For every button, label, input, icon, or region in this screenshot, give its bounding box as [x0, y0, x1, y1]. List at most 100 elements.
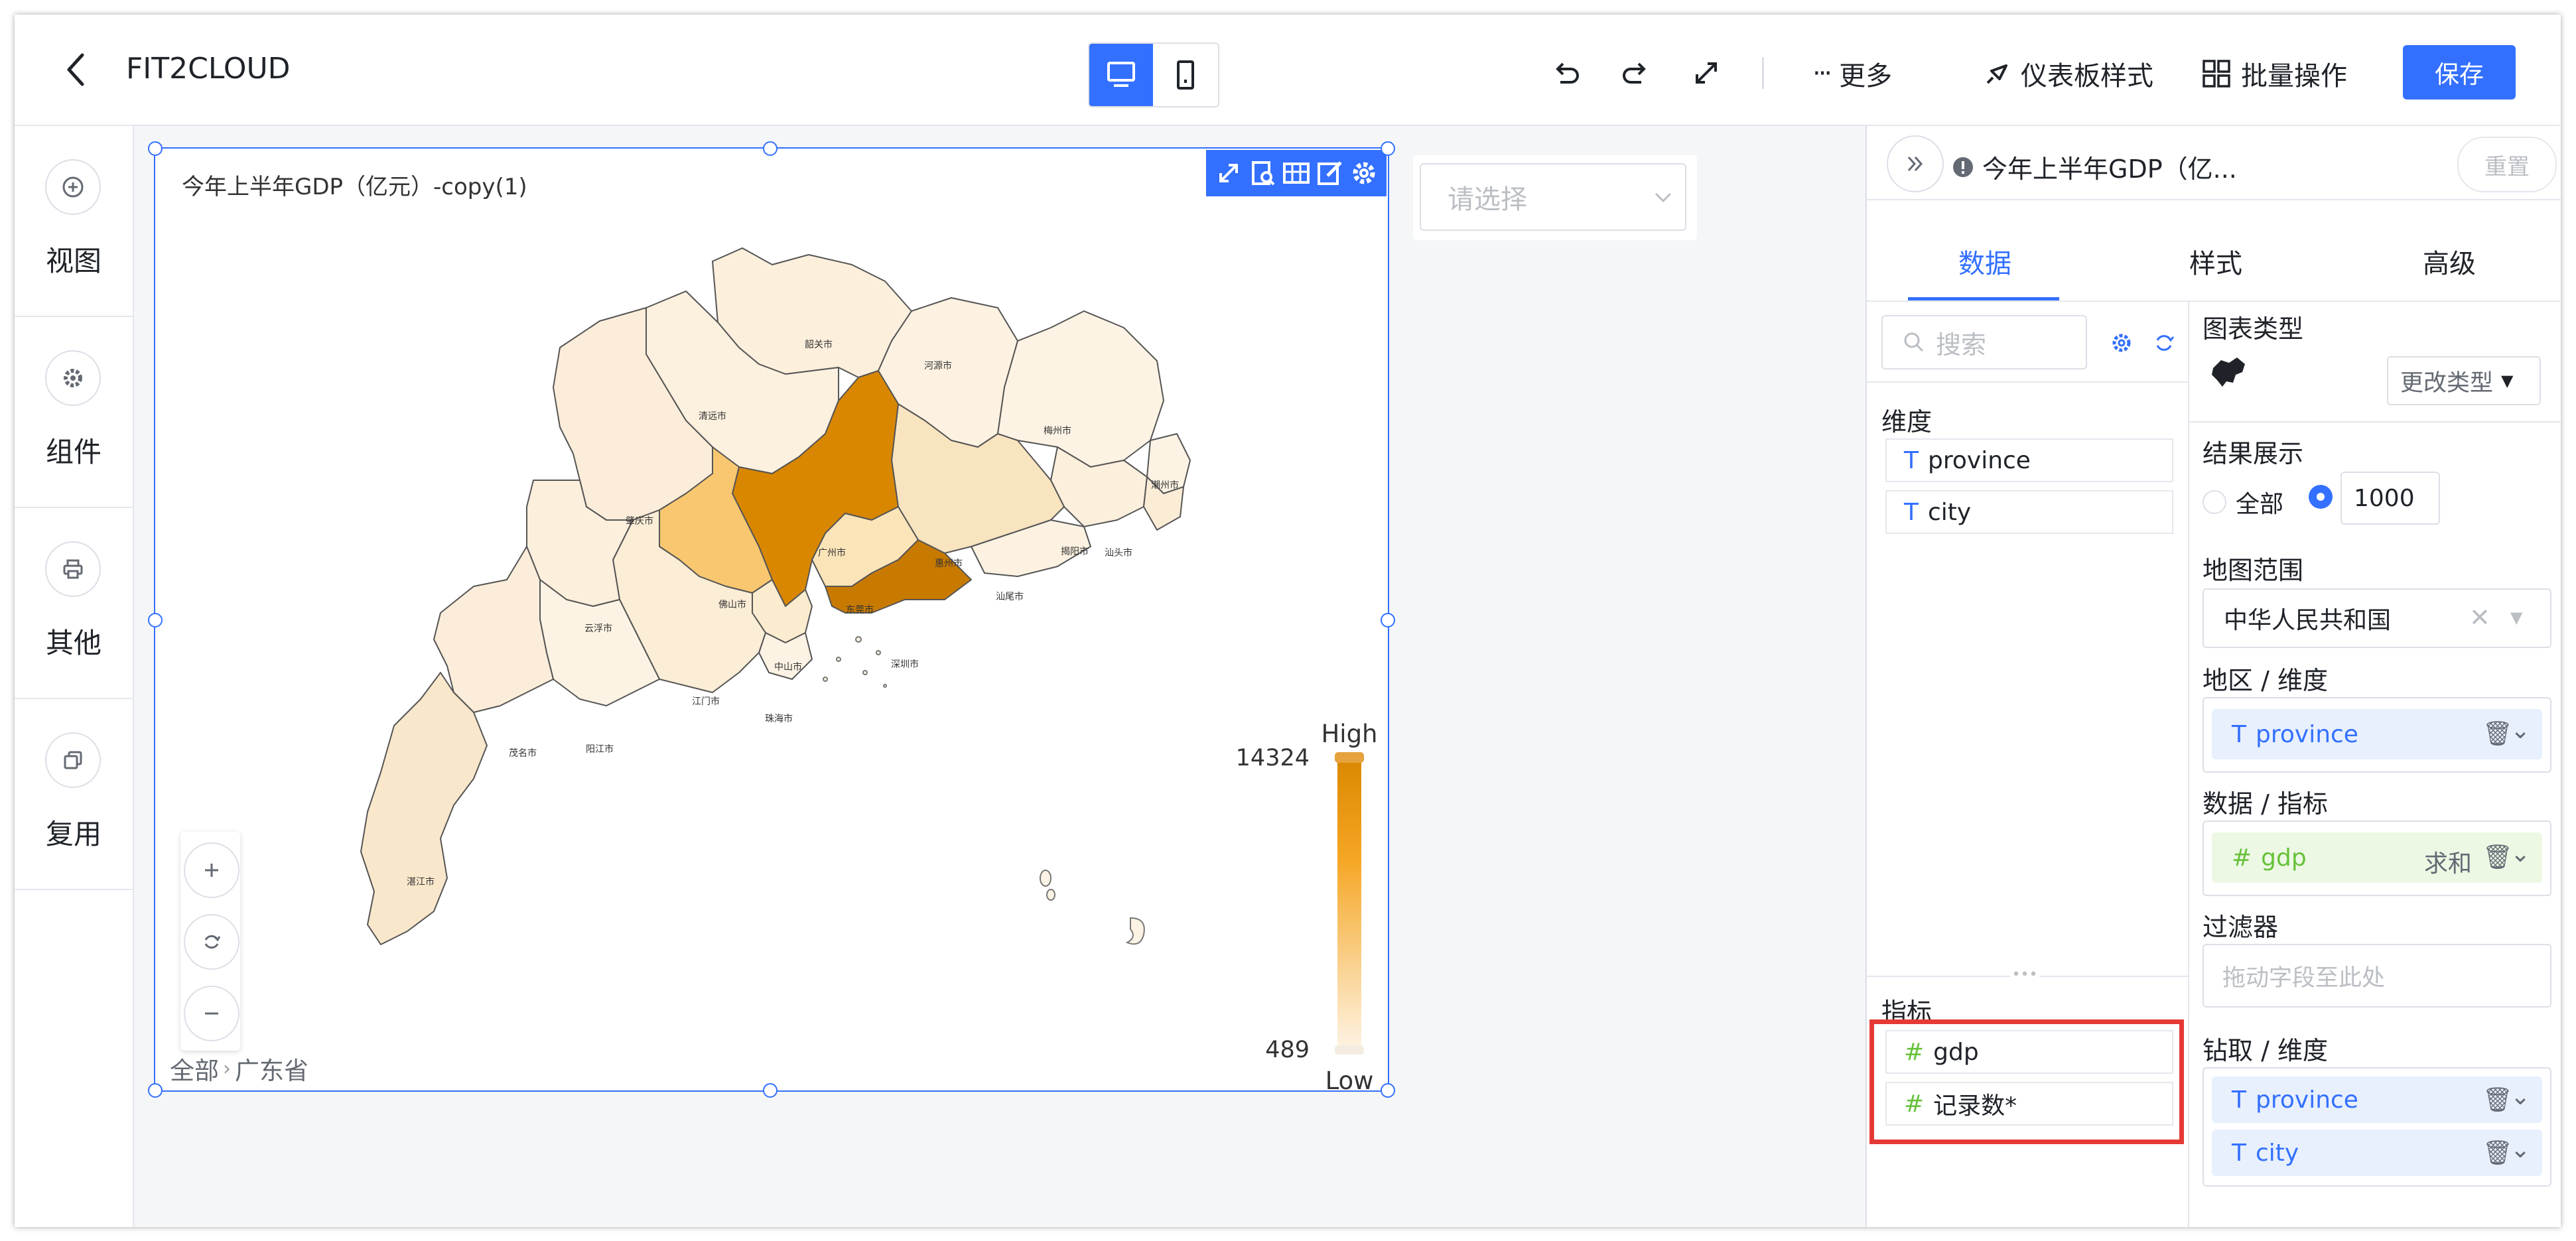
zoom-in-button[interactable]	[184, 842, 239, 898]
breadcrumb-current: 广东省	[235, 1057, 308, 1085]
zoom-out-button[interactable]	[184, 986, 239, 1041]
resize-handle-tl[interactable]	[148, 141, 163, 156]
drill-field-chip[interactable]: T province 🗑 ⌄	[2212, 1077, 2542, 1123]
mobile-view-button[interactable]	[1153, 44, 1218, 106]
aggregation-label: 求和	[2424, 850, 2473, 878]
legend-min-handle[interactable]	[1335, 1045, 1364, 1055]
sidebar-item-reuse[interactable]: 复用	[15, 699, 133, 890]
dataset-settings-icon[interactable]	[2110, 331, 2134, 355]
reset-view-button[interactable]	[184, 914, 239, 970]
map-label: 茂名市	[509, 748, 537, 759]
resize-handle-bl[interactable]	[148, 1083, 163, 1098]
more-label: 更多	[1839, 61, 1893, 92]
chevron-down-icon[interactable]: ⌄	[2510, 840, 2530, 868]
batch-operation-button[interactable]: 批量操作	[2201, 54, 2347, 93]
drill-dimension-label: 钻取 / 维度	[2203, 1036, 2328, 1065]
dashboard-style-label: 仪表板样式	[2021, 61, 2153, 92]
resize-handle-l[interactable]	[148, 613, 163, 627]
filter-select[interactable]: 请选择	[1420, 163, 1686, 231]
chevron-down-icon[interactable]: ⌄	[2510, 717, 2530, 744]
result-count-radio[interactable]	[2309, 485, 2333, 509]
drill-drop-zone[interactable]: T province 🗑 ⌄ T city 🗑 ⌄	[2203, 1067, 2551, 1187]
sidebar-item-label: 视图	[45, 245, 102, 277]
drill-field-name: province	[2256, 1086, 2358, 1114]
map-range-select[interactable]: 中华人民共和国 ✕ ▼	[2203, 588, 2551, 648]
map-range-value: 中华人民共和国	[2224, 607, 2392, 634]
map-label: 韶关市	[805, 339, 833, 350]
back-arrow-icon[interactable]	[56, 48, 96, 92]
region-drop-zone[interactable]: T province 🗑 ⌄	[2203, 697, 2551, 773]
dimension-field-province[interactable]: T province	[1885, 438, 2173, 482]
dimension-field-city[interactable]: T city	[1885, 490, 2173, 534]
desktop-view-button[interactable]	[1089, 44, 1153, 106]
filter-drop-zone[interactable]: 拖动字段至此处	[2203, 944, 2551, 1008]
refresh-fields-icon[interactable]	[2152, 331, 2176, 355]
resize-handle-b[interactable]	[763, 1083, 778, 1098]
breadcrumb-all[interactable]: 全部	[170, 1051, 219, 1086]
sidebar-item-label: 组件	[45, 436, 102, 468]
undo-icon[interactable]	[1546, 53, 1586, 93]
sidebar-item-other[interactable]: 其他	[15, 508, 133, 699]
map-label: 东莞市	[846, 604, 874, 616]
region-field-chip[interactable]: T province 🗑 ⌄	[2212, 709, 2542, 759]
map-label: 佛山市	[718, 599, 746, 610]
more-button[interactable]: ··· 更多	[1812, 54, 1892, 93]
resize-handle-t[interactable]	[763, 141, 778, 156]
fullscreen-icon[interactable]	[1686, 53, 1726, 93]
copy-icon	[45, 732, 101, 788]
chevron-down-icon[interactable]: ⌄	[2510, 1136, 2530, 1163]
printer-icon	[45, 541, 101, 597]
text-type-icon: T	[2232, 720, 2246, 748]
chart-type-label: 图表类型	[2203, 314, 2304, 344]
dashboard-style-button[interactable]: 仪表板样式	[1982, 54, 2153, 93]
dashboard-title: FIT2CLOUD	[126, 52, 291, 86]
redo-icon[interactable]	[1616, 53, 1656, 93]
drill-field-chip[interactable]: T city 🗑 ⌄	[2212, 1130, 2542, 1176]
filter-label: 过滤器	[2203, 913, 2279, 942]
metric-field-chip[interactable]: # gdp 求和 🗑 ⌄	[2212, 832, 2542, 883]
legend-high-label: High	[1321, 720, 1377, 748]
delete-icon[interactable]: 🗑	[2482, 720, 2513, 748]
sidebar-item-component[interactable]: 组件	[15, 317, 133, 508]
clear-icon[interactable]: ✕	[2469, 603, 2490, 632]
field-search-input[interactable]: 搜索	[1881, 315, 2087, 369]
delete-icon[interactable]: 🗑	[2482, 1086, 2513, 1114]
caret-down-icon: ▼	[2510, 608, 2523, 627]
result-count-input[interactable]: 1000	[2340, 472, 2440, 525]
delete-icon[interactable]: 🗑	[2482, 843, 2513, 871]
text-type-icon: T	[2232, 1139, 2246, 1167]
delete-icon[interactable]: 🗑	[2482, 1139, 2513, 1167]
map-chart-card[interactable]: 今年上半年GDP（亿元）-copy(1) 韶关市 清远市 河源市 梅州市 潮州市…	[154, 147, 1389, 1092]
divider	[1867, 381, 2188, 383]
divider	[1867, 199, 2561, 200]
resize-handle-tr[interactable]	[1381, 141, 1395, 156]
radio-dot	[2317, 493, 2325, 501]
sidebar-item-view[interactable]: 视图	[15, 126, 133, 317]
resize-handle-r[interactable]	[1381, 613, 1395, 627]
resize-handle-br[interactable]	[1381, 1083, 1395, 1098]
tab-advanced[interactable]: 高级	[2423, 242, 2476, 281]
drag-handle-icon[interactable]: •••	[2010, 968, 2039, 982]
chevron-down-icon[interactable]: ⌄	[2510, 1083, 2530, 1110]
map-label: 汕尾市	[996, 591, 1024, 602]
plus-icon	[205, 864, 218, 877]
map-label: 深圳市	[891, 659, 919, 670]
collapse-panel-button[interactable]	[1887, 135, 1944, 192]
metric-drop-zone[interactable]: # gdp 求和 🗑 ⌄	[2203, 820, 2551, 896]
result-all-label: 全部	[2236, 491, 2284, 518]
reset-button[interactable]: 重置	[2457, 137, 2557, 192]
map-label: 肇庆市	[626, 515, 653, 527]
caret-down-icon: ▼	[2501, 371, 2514, 390]
map-label: 潮州市	[1151, 480, 1179, 491]
drill-field-name: city	[2256, 1139, 2299, 1167]
tab-style[interactable]: 样式	[2189, 242, 2242, 281]
chevron-down-icon	[1655, 192, 1672, 203]
field-name: city	[1928, 498, 1972, 526]
tab-data[interactable]: 数据	[1958, 242, 2011, 281]
sidebar-item-label: 其他	[45, 627, 102, 659]
save-button[interactable]: 保存	[2403, 45, 2516, 99]
text-type-icon: T	[1904, 498, 1919, 526]
legend-max-handle[interactable]	[1335, 752, 1364, 763]
result-all-radio[interactable]: 全部	[2203, 485, 2283, 519]
change-type-button[interactable]: 更改类型 ▼	[2387, 356, 2541, 405]
